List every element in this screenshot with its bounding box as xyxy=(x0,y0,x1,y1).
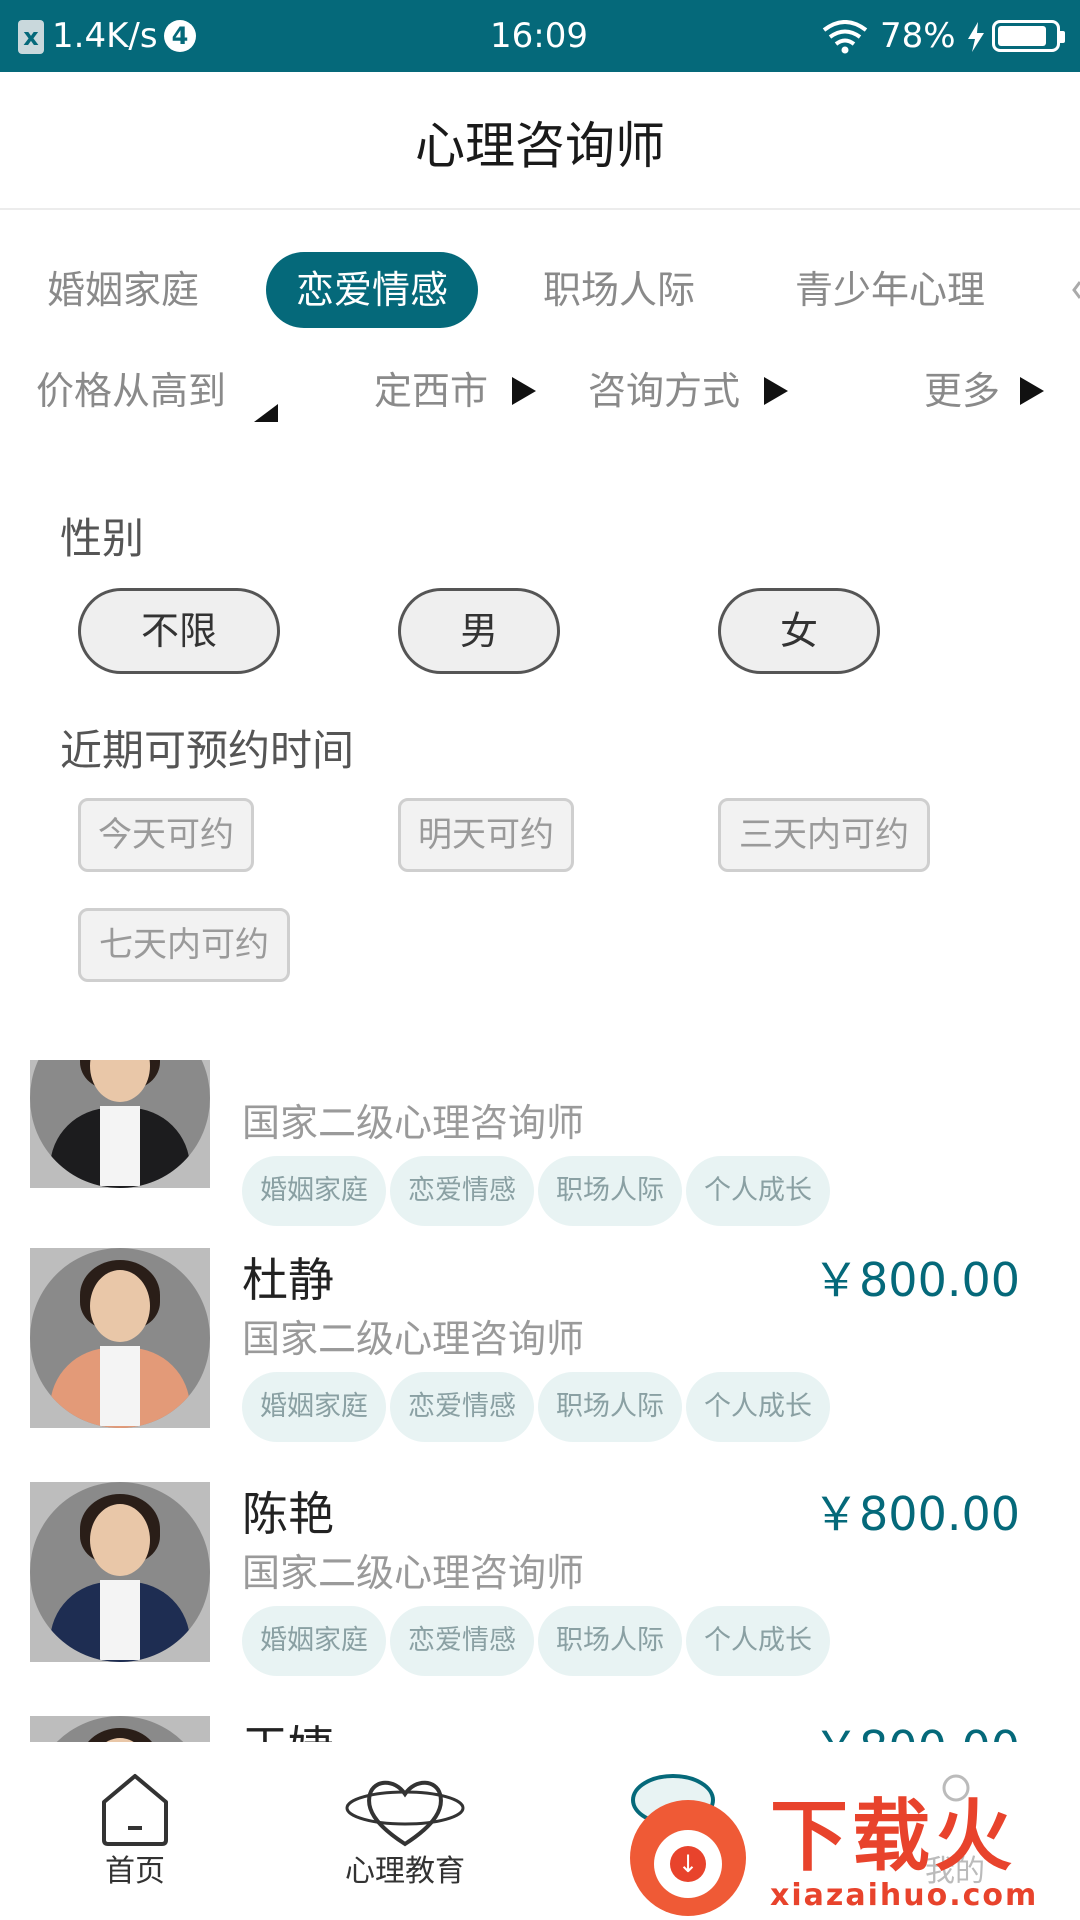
charging-icon xyxy=(968,22,984,52)
home-icon xyxy=(102,1774,168,1846)
app-notification-icon: x xyxy=(18,20,44,54)
sort-filter-label: 价格从高到 xyxy=(36,369,227,413)
counselor-list: 国家二级心理咨询师 婚姻家庭 恋爱情感 职场人际 个人成长 杜静 ￥800.00… xyxy=(0,1060,1080,1742)
counselor-price: ￥800.00 xyxy=(813,1487,1020,1541)
availability-today[interactable]: 今天可约 xyxy=(78,798,254,872)
tab-education[interactable]: 心理教育 xyxy=(320,1742,490,1920)
counselor-certification: 国家二级心理咨询师 xyxy=(242,1101,585,1145)
counselor-card[interactable]: 杜静 ￥800.00 国家二级心理咨询师 婚姻家庭 恋爱情感 职场人际 个人成长 xyxy=(0,1248,1080,1478)
watermark-url: xiazaihuo.com xyxy=(770,1878,1039,1913)
city-filter[interactable]: 定西市 xyxy=(374,366,544,426)
header: 心理咨询师 xyxy=(0,72,1080,210)
status-bar: x 1.4K/s 4 16:09 78% xyxy=(0,0,1080,72)
tab-marriage-family[interactable]: 婚姻家庭 xyxy=(30,252,216,328)
availability-label: 近期可预约时间 xyxy=(60,726,355,775)
specialty-tag: 婚姻家庭 xyxy=(242,1156,386,1226)
specialty-tag: 职场人际 xyxy=(538,1606,682,1676)
battery-percent: 78% xyxy=(880,16,956,56)
counselor-certification: 国家二级心理咨询师 xyxy=(242,1551,585,1595)
specialty-tag: 个人成长 xyxy=(686,1156,830,1226)
availability-seven-days[interactable]: 七天内可约 xyxy=(78,908,290,982)
method-filter-label: 咨询方式 xyxy=(588,369,741,413)
more-filter-label: 更多 xyxy=(924,369,1001,413)
city-filter-label: 定西市 xyxy=(374,369,489,413)
gender-label: 性别 xyxy=(60,514,145,563)
gender-option-any[interactable]: 不限 xyxy=(78,588,280,674)
tab-home-label: 首页 xyxy=(105,1854,165,1889)
more-filter[interactable]: 更多 xyxy=(924,366,1054,426)
avatar xyxy=(30,1716,210,1742)
counselor-card[interactable]: 国家二级心理咨询师 婚姻家庭 恋爱情感 职场人际 个人成长 xyxy=(0,1060,1080,1238)
method-dropdown-icon xyxy=(764,377,788,405)
tab-love-emotion[interactable]: 恋爱情感 xyxy=(266,252,478,328)
counselor-price: ￥800.00 xyxy=(813,1720,1020,1742)
tab-teen-psychology[interactable]: 青少年心理 xyxy=(776,252,1004,328)
more-dropdown-icon xyxy=(1020,377,1044,405)
network-speed: 1.4K/s xyxy=(52,16,158,56)
specialty-tag: 职场人际 xyxy=(538,1156,682,1226)
avatar xyxy=(30,1060,210,1188)
counselor-name: 杜静 xyxy=(242,1253,334,1307)
watermark-logo-icon: ↓ xyxy=(630,1800,746,1916)
tab-education-label: 心理教育 xyxy=(345,1854,465,1889)
counselor-name: 王婕 xyxy=(242,1720,334,1742)
notification-count-badge: 4 xyxy=(164,20,196,52)
sort-dropdown-icon xyxy=(254,404,278,422)
specialty-tag: 婚姻家庭 xyxy=(242,1606,386,1676)
tab-home[interactable]: 首页 xyxy=(60,1742,210,1920)
tab-overflow-indicator xyxy=(1070,270,1080,310)
specialty-tag: 婚姻家庭 xyxy=(242,1372,386,1442)
counselor-card[interactable]: 陈艳 ￥800.00 国家二级心理咨询师 婚姻家庭 恋爱情感 职场人际 个人成长 xyxy=(0,1482,1080,1712)
counselor-certification: 国家二级心理咨询师 xyxy=(242,1317,585,1361)
heart-icon xyxy=(345,1780,465,1847)
specialty-tag: 恋爱情感 xyxy=(390,1156,534,1226)
counselor-card[interactable]: 王婕 ￥800.00 xyxy=(0,1716,1080,1742)
specialty-tag: 个人成长 xyxy=(686,1372,830,1442)
counselor-name: 陈艳 xyxy=(242,1487,334,1541)
watermark-text: 下载火 xyxy=(770,1792,1017,1882)
specialty-tag: 恋爱情感 xyxy=(390,1606,534,1676)
specialty-tag: 职场人际 xyxy=(538,1372,682,1442)
avatar xyxy=(30,1248,210,1428)
battery-icon xyxy=(992,20,1065,52)
tab-workplace[interactable]: 职场人际 xyxy=(524,252,714,328)
watermark: ↓ 下载火 xiazaihuo.com xyxy=(630,1792,1070,1920)
availability-three-days[interactable]: 三天内可约 xyxy=(718,798,930,872)
avatar xyxy=(30,1482,210,1662)
availability-tomorrow[interactable]: 明天可约 xyxy=(398,798,574,872)
wifi-icon xyxy=(822,20,868,54)
page-title: 心理咨询师 xyxy=(415,117,665,175)
sort-filter[interactable]: 价格从高到 xyxy=(36,366,286,426)
specialty-tag: 个人成长 xyxy=(686,1606,830,1676)
specialty-tag: 恋爱情感 xyxy=(390,1372,534,1442)
clock: 16:09 xyxy=(490,16,588,56)
method-filter[interactable]: 咨询方式 xyxy=(588,366,802,426)
gender-option-male[interactable]: 男 xyxy=(398,588,560,674)
city-dropdown-icon xyxy=(512,377,536,405)
gender-option-female[interactable]: 女 xyxy=(718,588,880,674)
counselor-price: ￥800.00 xyxy=(813,1253,1020,1307)
